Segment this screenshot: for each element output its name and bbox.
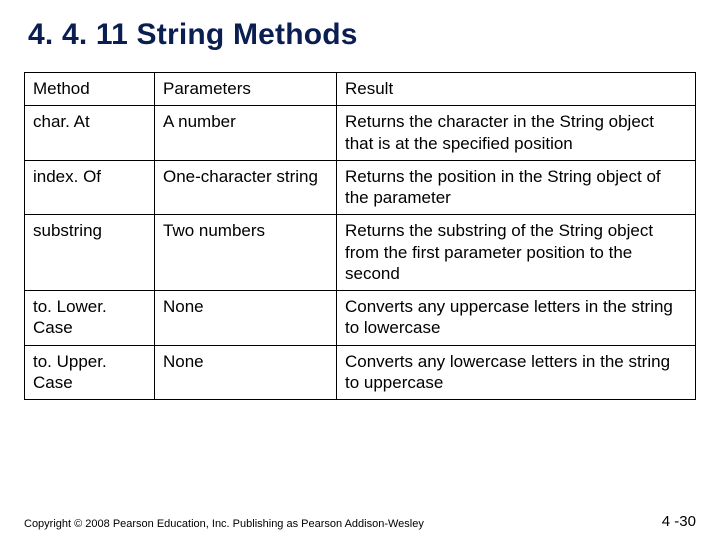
page-title: 4. 4. 11 String Methods [28,18,696,52]
table-row: to. Upper. Case None Converts any lowerc… [25,345,696,400]
cell-parameters: None [155,345,337,400]
cell-method: to. Lower. Case [25,291,155,346]
methods-table: Method Parameters Result char. At A numb… [24,72,696,400]
cell-method: substring [25,215,155,291]
cell-result: Converts any uppercase letters in the st… [337,291,696,346]
cell-parameters: Two numbers [155,215,337,291]
table-row: to. Lower. Case None Converts any upperc… [25,291,696,346]
cell-parameters: One-character string [155,160,337,215]
header-result: Result [337,73,696,106]
cell-method: index. Of [25,160,155,215]
table-header-row: Method Parameters Result [25,73,696,106]
copyright-footer: Copyright © 2008 Pearson Education, Inc.… [24,518,424,530]
header-method: Method [25,73,155,106]
cell-result: Returns the substring of the String obje… [337,215,696,291]
header-parameters: Parameters [155,73,337,106]
page-number: 4 -30 [662,513,696,530]
cell-result: Converts any lowercase letters in the st… [337,345,696,400]
table-row: index. Of One-character string Returns t… [25,160,696,215]
cell-result: Returns the position in the String objec… [337,160,696,215]
cell-parameters: None [155,291,337,346]
cell-method: to. Upper. Case [25,345,155,400]
cell-method: char. At [25,106,155,161]
slide: 4. 4. 11 String Methods Method Parameter… [0,0,720,540]
table-row: char. At A number Returns the character … [25,106,696,161]
table-row: substring Two numbers Returns the substr… [25,215,696,291]
cell-parameters: A number [155,106,337,161]
cell-result: Returns the character in the String obje… [337,106,696,161]
